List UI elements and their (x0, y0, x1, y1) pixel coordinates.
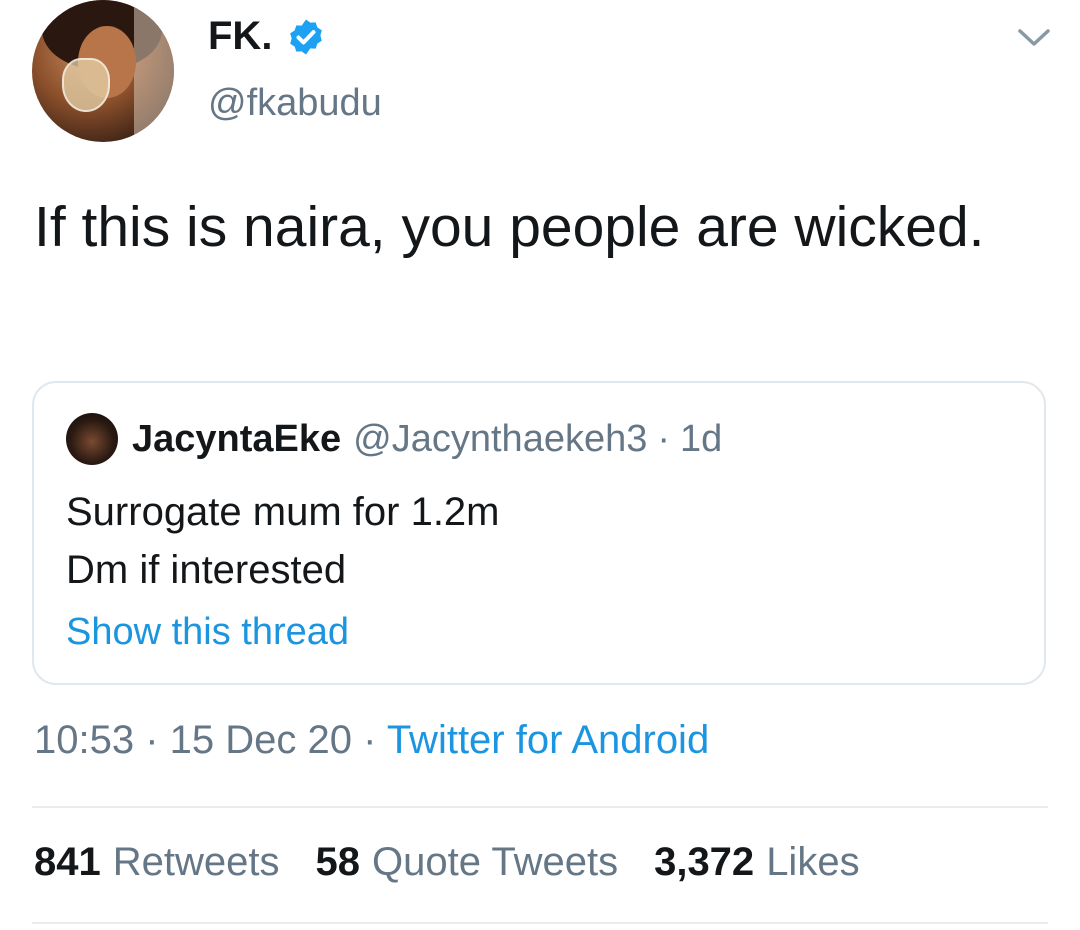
meta-separator: · (134, 718, 170, 762)
quoted-tweet-text: Surrogate mum for 1.2m Dm if interested (66, 483, 500, 599)
meta-separator: · (352, 718, 387, 762)
author-avatar[interactable] (32, 0, 174, 142)
tweet-source-link[interactable]: Twitter for Android (387, 718, 709, 762)
quoted-author-handle: @Jacynthaekeh3 (353, 417, 648, 460)
quote-tweets-count: 58 (315, 840, 361, 884)
likes-stat[interactable]: 3,372 Likes (654, 840, 860, 885)
quoted-tweet-header: JacyntaEke @Jacynthaekeh3 · 1d (66, 413, 722, 465)
quoted-separator: · (657, 417, 671, 460)
tweet-meta: 10:53 · 15 Dec 20 · Twitter for Android (34, 718, 709, 763)
author-name-row[interactable]: FK. (208, 14, 326, 59)
divider (32, 806, 1048, 808)
quoted-author-avatar (66, 413, 118, 465)
quoted-tweet-card[interactable]: JacyntaEke @Jacynthaekeh3 · 1d Surrogate… (32, 381, 1046, 685)
retweets-stat[interactable]: 841 Retweets (34, 840, 280, 885)
quoted-author-name: JacyntaEke (132, 417, 342, 460)
tweet-date: 15 Dec 20 (169, 718, 352, 762)
likes-count: 3,372 (654, 840, 755, 884)
divider (32, 922, 1048, 924)
quoted-timestamp: 1d (680, 417, 723, 460)
chevron-down-icon[interactable] (1016, 26, 1052, 50)
author-handle[interactable]: @fkabudu (208, 82, 382, 125)
quoted-text-line: Dm if interested (66, 548, 347, 592)
likes-label: Likes (766, 840, 860, 884)
author-name[interactable]: FK. (208, 14, 272, 59)
show-thread-link[interactable]: Show this thread (66, 611, 349, 654)
quote-tweets-stat[interactable]: 58 Quote Tweets (316, 840, 619, 885)
tweet-text: If this is naira, you people are wicked. (34, 195, 985, 259)
verified-badge-icon (290, 19, 323, 54)
tweet-time: 10:53 (34, 718, 135, 762)
quoted-text-line: Surrogate mum for 1.2m (66, 490, 500, 534)
quote-tweets-label: Quote Tweets (372, 840, 619, 884)
retweets-label: Retweets (112, 840, 280, 884)
tweet-stats: 841 Retweets 58 Quote Tweets 3,372 Likes (34, 840, 860, 885)
retweets-count: 841 (34, 840, 101, 884)
